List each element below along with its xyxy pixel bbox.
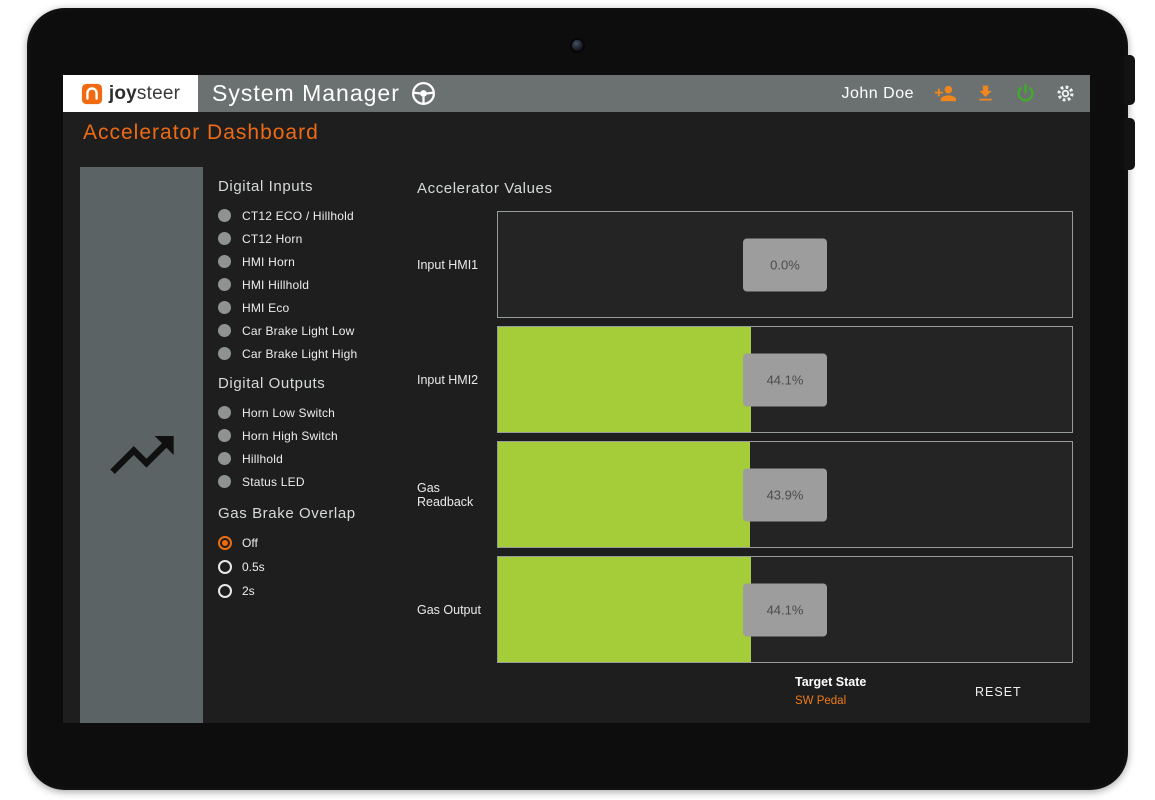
digital-input-hmi-horn: HMI Horn: [218, 250, 418, 273]
tablet-volume-button: [1124, 118, 1135, 170]
gauge-value-badge: 0.0%: [743, 238, 827, 291]
led-indicator: [218, 255, 231, 268]
gauge-fill: [498, 327, 751, 432]
gauge-label: Gas Output: [417, 556, 497, 663]
gauge-fill: [498, 442, 750, 547]
radio-label: 0.5s: [242, 560, 265, 574]
digital-output-label: Status LED: [242, 475, 305, 489]
user-name: John Doe: [842, 85, 915, 103]
brand-bold: joy: [109, 83, 137, 104]
digital-input-label: Car Brake Light Low: [242, 324, 355, 338]
digital-input-hmi-eco: HMI Eco: [218, 296, 418, 319]
tablet-power-button: [1124, 55, 1135, 105]
joysteer-logo-icon: [81, 83, 103, 105]
power-icon[interactable]: [1014, 82, 1037, 105]
led-indicator: [218, 209, 231, 222]
led-indicator: [218, 301, 231, 314]
digital-input-label: HMI Horn: [242, 255, 295, 269]
radio-label: 2s: [242, 584, 255, 598]
joysteer-logo-text: joysteer: [109, 83, 180, 105]
download-icon[interactable]: [975, 83, 996, 104]
target-state-value: SW Pedal: [795, 695, 866, 707]
gauge-row-input-hmi1: Input HMI1 0.0%: [417, 211, 1073, 318]
system-manager-app: joysteer System Manager John Doe: [63, 75, 1090, 723]
brand-light: steer: [137, 83, 180, 104]
gauge-row-gas-output: Gas Output 44.1%: [417, 556, 1073, 663]
gauge-bar: 44.1%: [497, 326, 1073, 433]
tablet-camera: [570, 38, 585, 53]
joysteer-logo[interactable]: joysteer: [63, 75, 198, 112]
digital-input-ct12-eco-hillhold: CT12 ECO / Hillhold: [218, 204, 418, 227]
gas-brake-overlap-title: Gas Brake Overlap: [218, 505, 418, 522]
digital-input-label: HMI Eco: [242, 301, 289, 315]
led-indicator: [218, 347, 231, 360]
gauge-label: Input HMI1: [417, 211, 497, 318]
stage: joysteer System Manager John Doe: [0, 0, 1155, 800]
digital-input-label: HMI Hillhold: [242, 278, 309, 292]
digital-inputs-title: Digital Inputs: [218, 178, 418, 195]
digital-output-label: Horn Low Switch: [242, 406, 335, 420]
steering-wheel-icon: [410, 80, 437, 107]
controls-column: Digital Inputs CT12 ECO / Hillhold CT12 …: [218, 178, 418, 603]
gauge-fill: [498, 557, 751, 662]
digital-output-hillhold: Hillhold: [218, 447, 418, 470]
gauge-label: Input HMI2: [417, 326, 497, 433]
digital-input-car-brake-light-low: Car Brake Light Low: [218, 319, 418, 342]
app-bar: joysteer System Manager John Doe: [63, 75, 1090, 112]
sidebar-nav-chart[interactable]: [80, 167, 203, 723]
radio-label: Off: [242, 536, 258, 550]
led-indicator: [218, 429, 231, 442]
accelerator-values-title: Accelerator Values: [417, 180, 553, 197]
digital-input-label: Car Brake Light High: [242, 347, 357, 361]
digital-output-horn-high-switch: Horn High Switch: [218, 424, 418, 447]
overlap-option-05s[interactable]: 0.5s: [218, 555, 418, 579]
digital-input-label: CT12 Horn: [242, 232, 303, 246]
led-indicator: [218, 232, 231, 245]
gauge-row-gas-readback: Gas Readback 43.9%: [417, 441, 1073, 548]
gauge-bar: 44.1%: [497, 556, 1073, 663]
digital-output-status-led: Status LED: [218, 470, 418, 493]
radio-button[interactable]: [218, 536, 232, 550]
digital-input-hmi-hillhold: HMI Hillhold: [218, 273, 418, 296]
digital-input-car-brake-light-high: Car Brake Light High: [218, 342, 418, 365]
radio-button[interactable]: [218, 584, 232, 598]
overlap-option-2s[interactable]: 2s: [218, 579, 418, 603]
tablet-frame: joysteer System Manager John Doe: [27, 8, 1128, 790]
gauge-row-input-hmi2: Input HMI2 44.1%: [417, 326, 1073, 433]
gauge-value-badge: 43.9%: [743, 468, 827, 521]
radio-button[interactable]: [218, 560, 232, 574]
gauge-bar: 43.9%: [497, 441, 1073, 548]
trending-up-icon: [104, 417, 180, 723]
digital-outputs-title: Digital Outputs: [218, 375, 418, 392]
page-title: Accelerator Dashboard: [83, 121, 319, 145]
led-indicator: [218, 452, 231, 465]
led-indicator: [218, 324, 231, 337]
add-user-icon[interactable]: [934, 82, 957, 105]
settings-gear-icon[interactable]: [1055, 83, 1076, 104]
digital-input-label: CT12 ECO / Hillhold: [242, 209, 354, 223]
gauge-bar: 0.0%: [497, 211, 1073, 318]
target-state-label: Target State: [795, 675, 866, 689]
gauge-value-badge: 44.1%: [743, 583, 827, 636]
led-indicator: [218, 406, 231, 419]
app-title: System Manager: [212, 80, 400, 107]
led-indicator: [218, 475, 231, 488]
reset-button[interactable]: RESET: [961, 679, 1036, 705]
gauge-value-badge: 44.1%: [743, 353, 827, 406]
digital-output-horn-low-switch: Horn Low Switch: [218, 401, 418, 424]
target-state: Target State SW Pedal: [795, 675, 866, 707]
gauges-panel: Input HMI1 0.0% Input HMI2 44.1% Gas Rea…: [417, 211, 1073, 671]
gauge-label: Gas Readback: [417, 441, 497, 548]
led-indicator: [218, 278, 231, 291]
overlap-option-off[interactable]: Off: [218, 531, 418, 555]
digital-output-label: Hillhold: [242, 452, 283, 466]
digital-input-ct12-horn: CT12 Horn: [218, 227, 418, 250]
digital-output-label: Horn High Switch: [242, 429, 338, 443]
